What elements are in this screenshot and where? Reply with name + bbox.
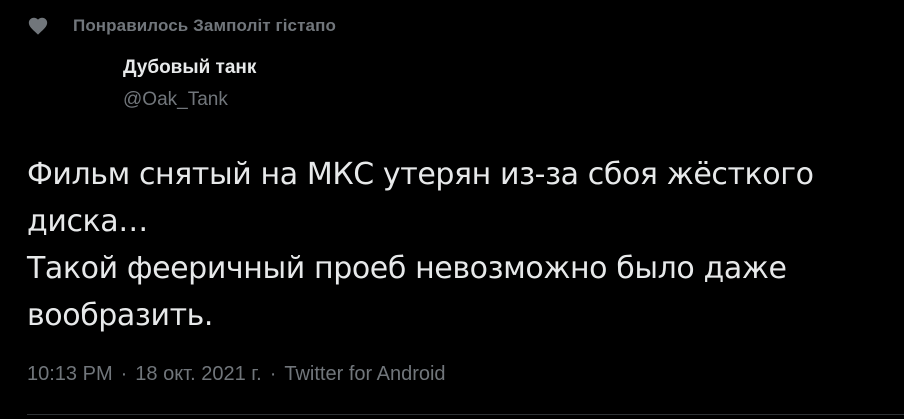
tweet-text: Фильм снятый на МКС утерян из-за сбоя жё… (27, 157, 814, 333)
divider (27, 414, 904, 415)
tweet-date[interactable]: 18 окт. 2021 г. (135, 363, 261, 386)
tweet-time[interactable]: 10:13 PM (27, 363, 113, 386)
meta-separator: · (269, 363, 277, 385)
tweet-meta: 10:13 PM · 18 окт. 2021 г. · Twitter for… (27, 363, 446, 386)
heart-icon (27, 15, 49, 37)
social-context[interactable]: Понравилось Замполіт гістапо (27, 14, 336, 38)
liked-by-text[interactable]: Понравилось Замполіт гістапо (73, 16, 336, 36)
author-name[interactable]: Дубовый танк (123, 56, 256, 80)
meta-separator: · (120, 363, 128, 385)
author-handle[interactable]: @Oak_Tank (123, 88, 256, 112)
tweet-source[interactable]: Twitter for Android (284, 363, 445, 386)
tweet-author[interactable]: Дубовый танк @Oak_Tank (123, 56, 256, 112)
